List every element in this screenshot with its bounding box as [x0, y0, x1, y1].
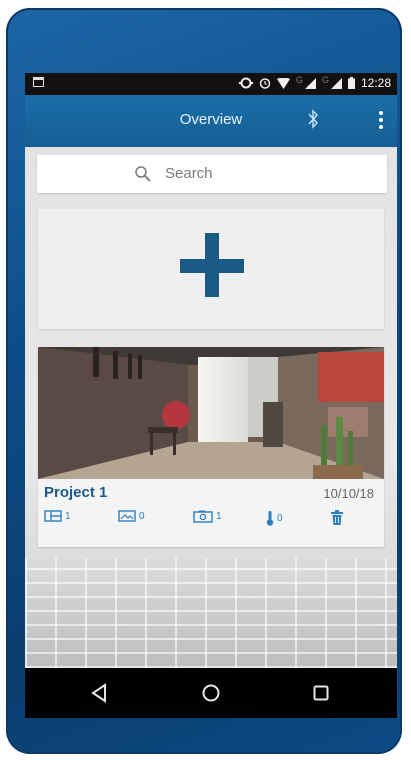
home-button[interactable]	[181, 668, 241, 718]
floor-background	[25, 558, 397, 668]
camera-stat[interactable]: 1	[193, 510, 222, 523]
clock: 12:28	[360, 76, 391, 90]
image-count: 0	[139, 510, 145, 522]
project-date: 10/10/18	[323, 486, 374, 501]
floorplan-icon	[44, 510, 62, 522]
project-card[interactable]: Project 1 10/10/18 1 0 1 0	[38, 347, 384, 547]
more-vert-icon[interactable]	[373, 109, 389, 131]
signal-icon	[304, 77, 316, 89]
project-name: Project 1	[44, 484, 108, 501]
recents-button[interactable]	[291, 668, 351, 718]
home-circle-icon	[202, 684, 220, 702]
network-type-label: G	[321, 75, 329, 85]
temperature-stat[interactable]: 0	[266, 510, 283, 526]
camera-icon	[193, 510, 213, 523]
thermometer-icon	[266, 511, 274, 526]
screenshot-notification-icon	[33, 77, 44, 87]
recents-square-icon	[313, 685, 329, 701]
network-type-label: G	[295, 75, 303, 85]
main-content: Search Project 1 10/10/18 1 0 1 0	[25, 147, 397, 668]
battery-icon	[347, 77, 355, 89]
camera-count: 1	[216, 511, 222, 522]
signal-icon	[330, 77, 342, 89]
screen: G G 12:28 Overview Search Project 1 10/1…	[25, 73, 397, 718]
search-placeholder: Search	[165, 165, 213, 182]
phone-frame: G G 12:28 Overview Search Project 1 10/1…	[6, 8, 402, 754]
plus-icon	[180, 259, 244, 273]
floorplan-count: 1	[65, 510, 71, 522]
app-bar: Overview	[25, 95, 397, 147]
back-triangle-icon	[91, 683, 106, 703]
temperature-count: 0	[277, 512, 283, 524]
navigation-bar	[25, 668, 397, 718]
room-photo	[38, 347, 384, 479]
trash-icon	[331, 510, 343, 525]
image-icon	[118, 510, 136, 522]
back-button[interactable]	[69, 668, 129, 718]
project-stats: 1 0 1 0	[38, 510, 384, 530]
wifi-icon	[276, 77, 290, 89]
floorplan-stat[interactable]: 1	[44, 510, 71, 522]
add-project-button[interactable]	[38, 209, 384, 329]
data-saver-icon	[238, 77, 253, 89]
delete-project-button[interactable]	[331, 510, 343, 525]
search-icon	[135, 166, 151, 182]
status-bar: G G 12:28	[25, 73, 397, 95]
bluetooth-icon[interactable]	[307, 109, 319, 129]
search-bar[interactable]: Search	[37, 155, 387, 193]
project-photo	[38, 347, 384, 479]
page-title: Overview	[179, 111, 243, 128]
image-stat[interactable]: 0	[118, 510, 145, 522]
alarm-icon	[259, 78, 271, 89]
